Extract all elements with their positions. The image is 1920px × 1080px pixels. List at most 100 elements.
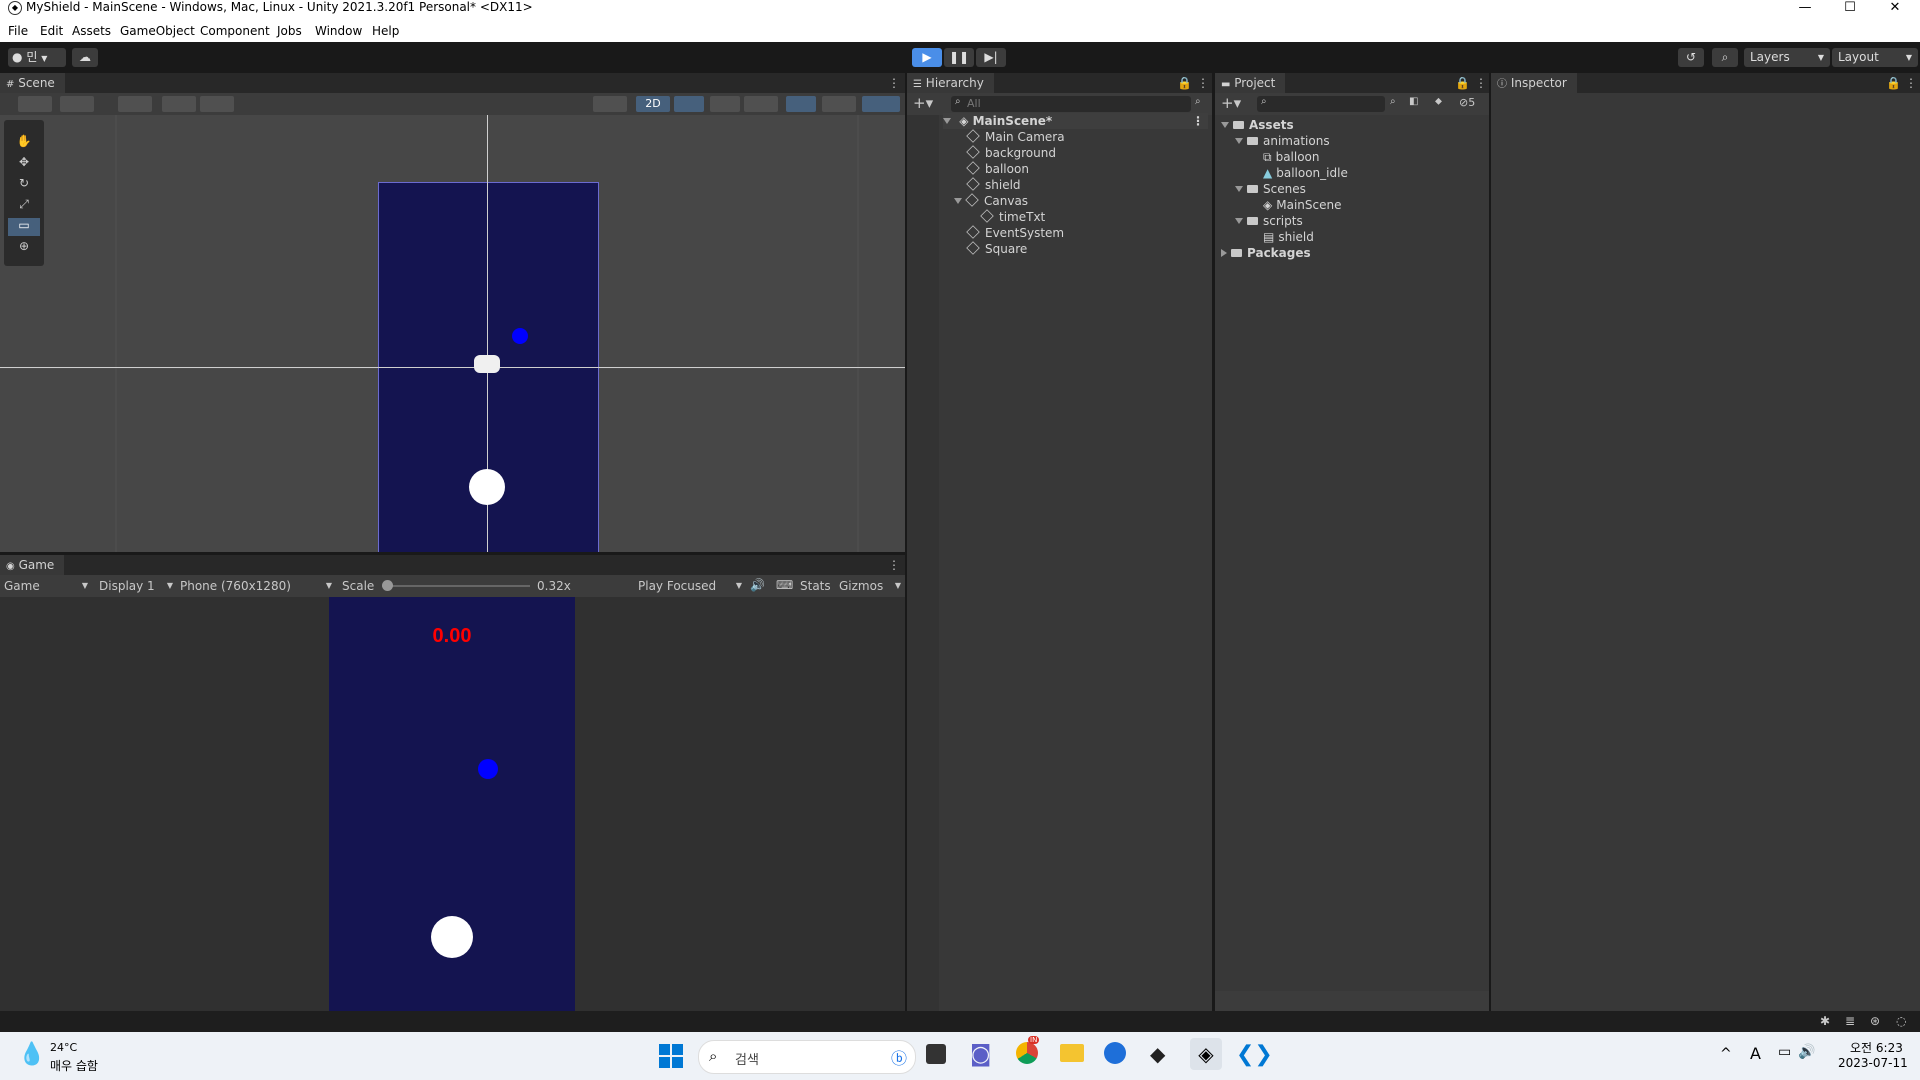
- play-focused-dropdown[interactable]: Play Focused ▼: [638, 579, 742, 593]
- tree-scripts[interactable]: scripts: [1235, 213, 1303, 229]
- game-viewport[interactable]: 0.00: [0, 597, 905, 1011]
- scale-slider-thumb[interactable]: [382, 580, 393, 591]
- bing-icon[interactable]: ⓑ: [891, 1045, 907, 1069]
- hierarchy-item-square[interactable]: Square: [966, 241, 1027, 257]
- mute-audio-icon[interactable]: 🔊: [750, 578, 765, 592]
- search-by-type-icon[interactable]: ⌕: [1390, 96, 1396, 107]
- unity-hub-icon[interactable]: ◆: [1150, 1042, 1165, 1066]
- tree-packages[interactable]: Packages: [1221, 245, 1311, 261]
- hierarchy-item-main-camera[interactable]: Main Camera: [966, 129, 1065, 145]
- cloud-button[interactable]: ☁: [72, 48, 98, 67]
- menu-gameobject[interactable]: GameObject: [120, 24, 195, 38]
- hidden-packages-button[interactable]: ⊘5: [1459, 96, 1475, 109]
- layout-dropdown[interactable]: Layout ▼: [1832, 48, 1918, 67]
- maximize-button[interactable]: ☐: [1839, 0, 1861, 15]
- project-search-input[interactable]: ⌕: [1257, 96, 1385, 112]
- scale-slider[interactable]: [382, 580, 530, 591]
- more-options-icon[interactable]: ⋮: [1905, 76, 1917, 90]
- menu-jobs[interactable]: Jobs: [277, 24, 302, 38]
- pinned-app-icon[interactable]: [1104, 1042, 1126, 1064]
- tree-scenes[interactable]: Scenes: [1235, 181, 1306, 197]
- tab-game[interactable]: ◉ Game: [0, 555, 65, 575]
- keyboard-icon[interactable]: ⌨: [776, 578, 793, 592]
- hierarchy-item-eventsystem[interactable]: EventSystem: [966, 225, 1064, 241]
- volume-icon[interactable]: 🔊: [1798, 1044, 1815, 1060]
- menu-component[interactable]: Component: [200, 24, 270, 38]
- menu-assets[interactable]: Assets: [72, 24, 111, 38]
- gizmos-dropdown[interactable]: Gizmos ▼: [839, 579, 901, 593]
- menu-window[interactable]: Window: [315, 24, 362, 38]
- hierarchy-item-canvas[interactable]: Canvas: [954, 193, 1028, 209]
- audio-button[interactable]: [710, 96, 740, 112]
- close-button[interactable]: ✕: [1884, 0, 1906, 15]
- taskbar-search-input[interactable]: ⌕ 검색 ⓑ: [698, 1040, 916, 1074]
- minimize-button[interactable]: —: [1794, 0, 1816, 15]
- input-method-icon[interactable]: A: [1750, 1044, 1761, 1063]
- more-options-icon[interactable]: ⋮: [1192, 113, 1204, 129]
- layers-dropdown[interactable]: Layers ▼: [1744, 48, 1830, 67]
- account-dropdown[interactable]: ● 민 ▼: [8, 48, 66, 67]
- chrome-icon[interactable]: IN: [1016, 1036, 1040, 1064]
- hierarchy-search-input[interactable]: ⌕ All: [951, 96, 1191, 112]
- chevron-up-icon[interactable]: ^: [1720, 1046, 1732, 1062]
- scene-viewport[interactable]: [0, 115, 905, 552]
- effects-dropdown[interactable]: [744, 96, 778, 112]
- more-options-icon[interactable]: ⋮: [1197, 76, 1209, 90]
- step-button[interactable]: ▶|: [976, 48, 1006, 67]
- more-options-icon[interactable]: ⋮: [1475, 76, 1487, 90]
- expand-arrow-icon[interactable]: [943, 118, 951, 124]
- draw-mode-dropdown[interactable]: [18, 96, 52, 112]
- camera-dropdown[interactable]: [822, 96, 856, 112]
- cache-server-icon[interactable]: ≣: [1845, 1014, 1855, 1028]
- display-dropdown[interactable]: Display 1 ▼: [99, 579, 173, 593]
- lighting-button[interactable]: [674, 96, 704, 112]
- transform-tool-icon[interactable]: ⊕: [8, 239, 40, 257]
- stats-button[interactable]: Stats: [800, 579, 831, 593]
- balloon-object[interactable]: [469, 469, 505, 505]
- vscode-icon[interactable]: ❮❯: [1236, 1042, 1273, 1067]
- mode-2d-button[interactable]: 2D: [636, 96, 670, 112]
- add-icon[interactable]: +▾: [1221, 94, 1241, 112]
- progress-icon[interactable]: ◌: [1896, 1014, 1906, 1028]
- bug-icon[interactable]: ✱: [1820, 1014, 1830, 1028]
- pause-button[interactable]: ❚❚: [944, 48, 974, 67]
- tree-assets[interactable]: Assets: [1221, 117, 1294, 133]
- search-button[interactable]: ⌕: [1712, 48, 1738, 67]
- rotate-tool-icon[interactable]: ↻: [8, 176, 40, 194]
- hierarchy-scene-root[interactable]: ◈ MainScene* ⋮: [943, 113, 1208, 129]
- menu-help[interactable]: Help: [372, 24, 399, 38]
- more-options-icon[interactable]: ⋮: [888, 558, 900, 572]
- history-button[interactable]: ↺: [1678, 48, 1704, 67]
- tree-anim-balloon[interactable]: ⧉ balloon: [1263, 149, 1320, 165]
- play-button[interactable]: ▶: [912, 48, 942, 67]
- game-dropdown[interactable]: Game ▼: [4, 579, 88, 593]
- shield-object[interactable]: [512, 328, 528, 344]
- menu-file[interactable]: File: [8, 24, 28, 38]
- tree-animations[interactable]: animations: [1235, 133, 1330, 149]
- camera-gizmo-icon[interactable]: [474, 355, 500, 373]
- start-icon[interactable]: [659, 1044, 683, 1068]
- hierarchy-item-background[interactable]: background: [966, 145, 1056, 161]
- lock-icon[interactable]: 🔒: [1886, 76, 1901, 90]
- grid-snap-dropdown[interactable]: [118, 96, 152, 112]
- tab-project[interactable]: ▬ Project: [1215, 73, 1286, 93]
- hierarchy-item-shield[interactable]: shield: [966, 177, 1021, 193]
- clock-time[interactable]: 오전 6:23: [1850, 1039, 1903, 1056]
- expand-arrow-icon[interactable]: [954, 198, 962, 204]
- add-icon[interactable]: +▾: [913, 94, 933, 112]
- menu-edit[interactable]: Edit: [40, 24, 63, 38]
- collapse-arrow-icon[interactable]: [1221, 249, 1227, 257]
- expand-arrow-icon[interactable]: [1235, 218, 1243, 224]
- filter-by-label-icon[interactable]: ⬥: [1435, 96, 1442, 107]
- grid-dropdown[interactable]: [162, 96, 196, 112]
- more-options-icon[interactable]: ⋮: [888, 76, 900, 90]
- expand-arrow-icon[interactable]: [1235, 138, 1243, 144]
- hierarchy-item-timetxt[interactable]: timeTxt: [980, 209, 1045, 225]
- scale-tool-icon[interactable]: ⤢: [8, 197, 40, 215]
- network-icon[interactable]: ▭: [1778, 1044, 1791, 1060]
- task-view-icon[interactable]: [926, 1044, 946, 1064]
- weather-icon[interactable]: 💧: [18, 1042, 45, 1067]
- auto-generate-lighting-icon[interactable]: ⊛: [1870, 1014, 1880, 1028]
- expand-arrow-icon[interactable]: [1221, 122, 1229, 128]
- hidden-objects-button[interactable]: [786, 96, 816, 112]
